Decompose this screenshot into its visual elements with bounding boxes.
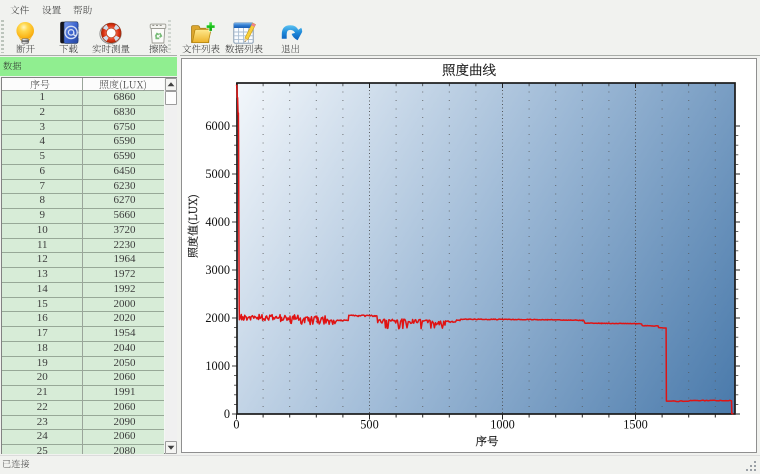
- svg-text:2000: 2000: [205, 311, 230, 325]
- svg-text:6000: 6000: [205, 119, 230, 133]
- svg-text:0: 0: [224, 407, 230, 421]
- svg-text:1000: 1000: [490, 418, 515, 432]
- svg-text:4000: 4000: [205, 215, 230, 229]
- svg-text:500: 500: [360, 418, 378, 432]
- svg-text:5000: 5000: [205, 167, 230, 181]
- svg-text:1000: 1000: [205, 359, 230, 373]
- svg-text:1500: 1500: [623, 418, 648, 432]
- svg-text:0: 0: [233, 418, 239, 432]
- svg-text:3000: 3000: [205, 263, 230, 277]
